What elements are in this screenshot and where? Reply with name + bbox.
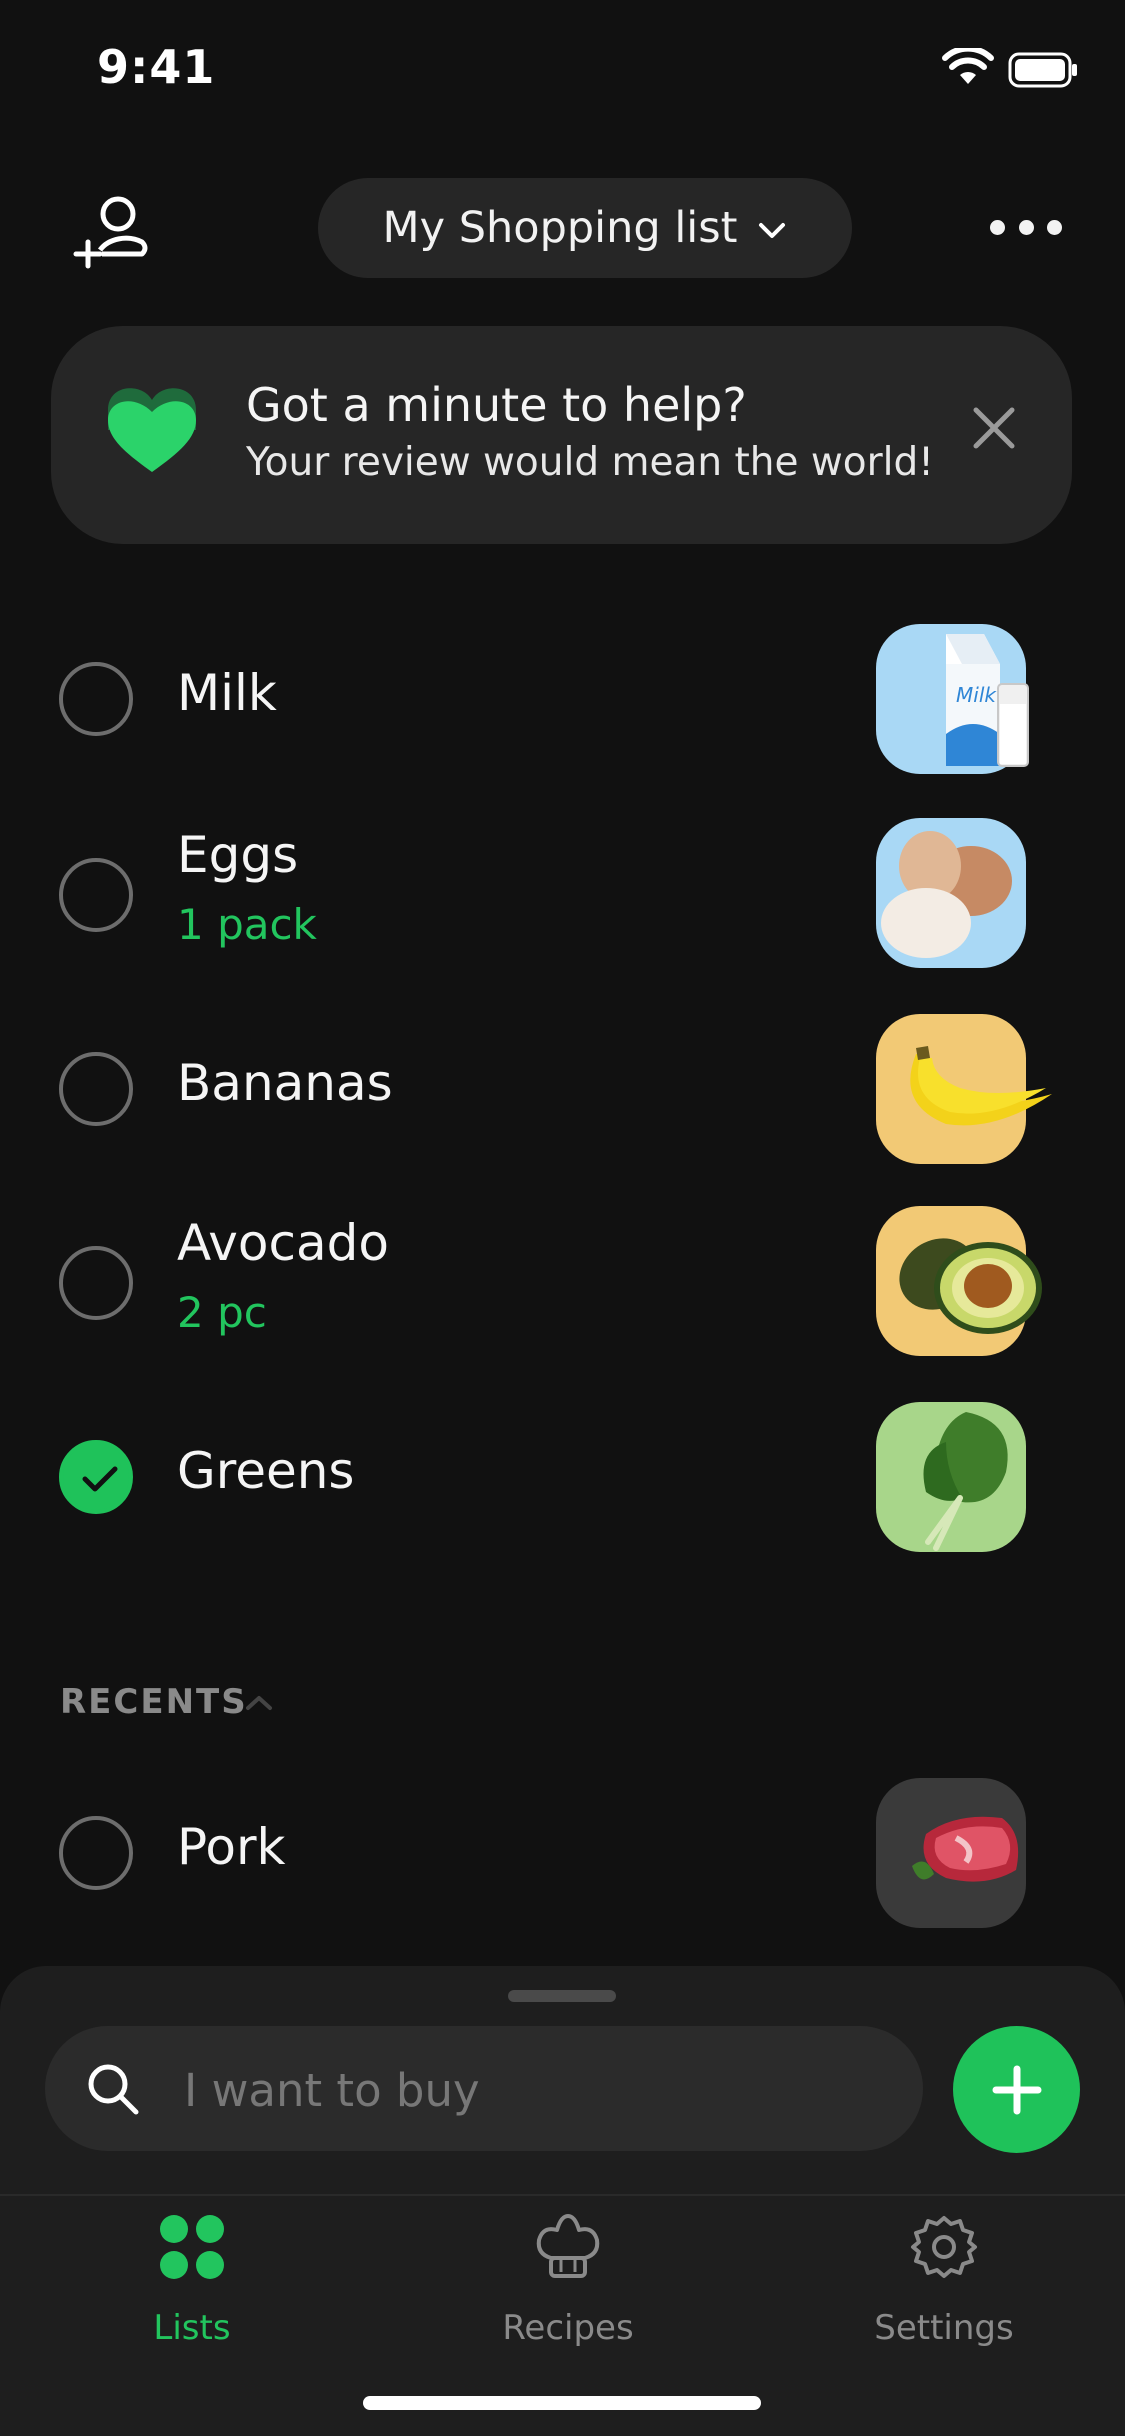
avocado-icon [876,1206,1042,1356]
search-icon [88,2064,139,2115]
item-name: Greens [177,1442,355,1500]
review-banner[interactable] [51,326,1072,544]
more-dot [1047,219,1062,235]
tab-label: Settings [874,2308,1014,2348]
list-item[interactable]: Greens [0,1396,1125,1556]
heart-icon [108,388,196,472]
list-item[interactable]: Avocado 2 pc [0,1202,1125,1362]
search-input[interactable] [184,2058,884,2122]
item-checkbox[interactable] [59,1052,133,1126]
list-item[interactable]: Milk Milk [0,620,1125,780]
tab-settings[interactable]: Settings [794,2212,1094,2352]
battery-icon [1008,52,1077,88]
chevron-up-icon[interactable] [244,1694,274,1712]
list-item[interactable]: Bananas [0,1008,1125,1168]
item-name: Avocado [177,1214,389,1272]
list-selector[interactable]: My Shopping list [318,178,852,278]
item-quantity: 1 pack [177,900,317,949]
tab-recipes[interactable]: Recipes [418,2212,718,2352]
item-checkbox[interactable] [59,1816,133,1890]
status-bar: 9:41 [0,0,1125,132]
item-checkbox-checked[interactable] [59,1440,133,1514]
recents-header[interactable]: RECENTS [60,1682,248,1722]
item-checkbox[interactable] [59,662,133,736]
item-name: Bananas [177,1054,393,1112]
milk-carton-icon: Milk [876,624,1029,774]
tab-label: Lists [153,2308,231,2348]
tab-label: Recipes [502,2308,634,2348]
chevron-down-icon [759,223,786,238]
share-list-button[interactable] [72,192,154,274]
lists-icon [160,2215,224,2279]
tab-lists[interactable]: Lists [42,2212,342,2352]
gear-icon [911,2216,977,2278]
banner-title: Got a minute to help? [246,378,747,432]
status-time: 9:41 [97,40,216,94]
chef-hat-icon [536,2214,600,2278]
eggs-icon [876,818,1026,968]
tab-bar-divider [0,2194,1125,2196]
item-checkbox[interactable] [59,858,133,932]
item-checkbox[interactable] [59,1246,133,1320]
plus-icon [992,2065,1041,2114]
check-icon [82,1466,118,1492]
list-title: My Shopping list [382,203,738,253]
greens-icon [876,1402,1026,1552]
list-item[interactable]: Eggs 1 pack [0,814,1125,974]
banner-subtitle: Your review would mean the world! [246,440,934,485]
item-name: Pork [177,1818,286,1876]
svg-text:Milk: Milk [956,683,997,707]
more-dot [990,219,1005,235]
pork-icon [876,1778,1026,1928]
add-item-button[interactable] [953,2026,1080,2153]
close-banner-button[interactable] [966,400,1022,456]
bananas-icon [876,1014,1052,1164]
wifi-icon [942,48,994,84]
more-dot [1018,219,1034,235]
item-name: Milk [177,664,277,722]
more-options-button[interactable] [990,210,1062,244]
recent-item[interactable]: Pork [0,1772,1125,1932]
item-name: Eggs [177,826,299,884]
sheet-grabber[interactable] [508,1990,616,2002]
home-indicator[interactable] [363,2396,761,2410]
item-quantity: 2 pc [177,1288,267,1337]
